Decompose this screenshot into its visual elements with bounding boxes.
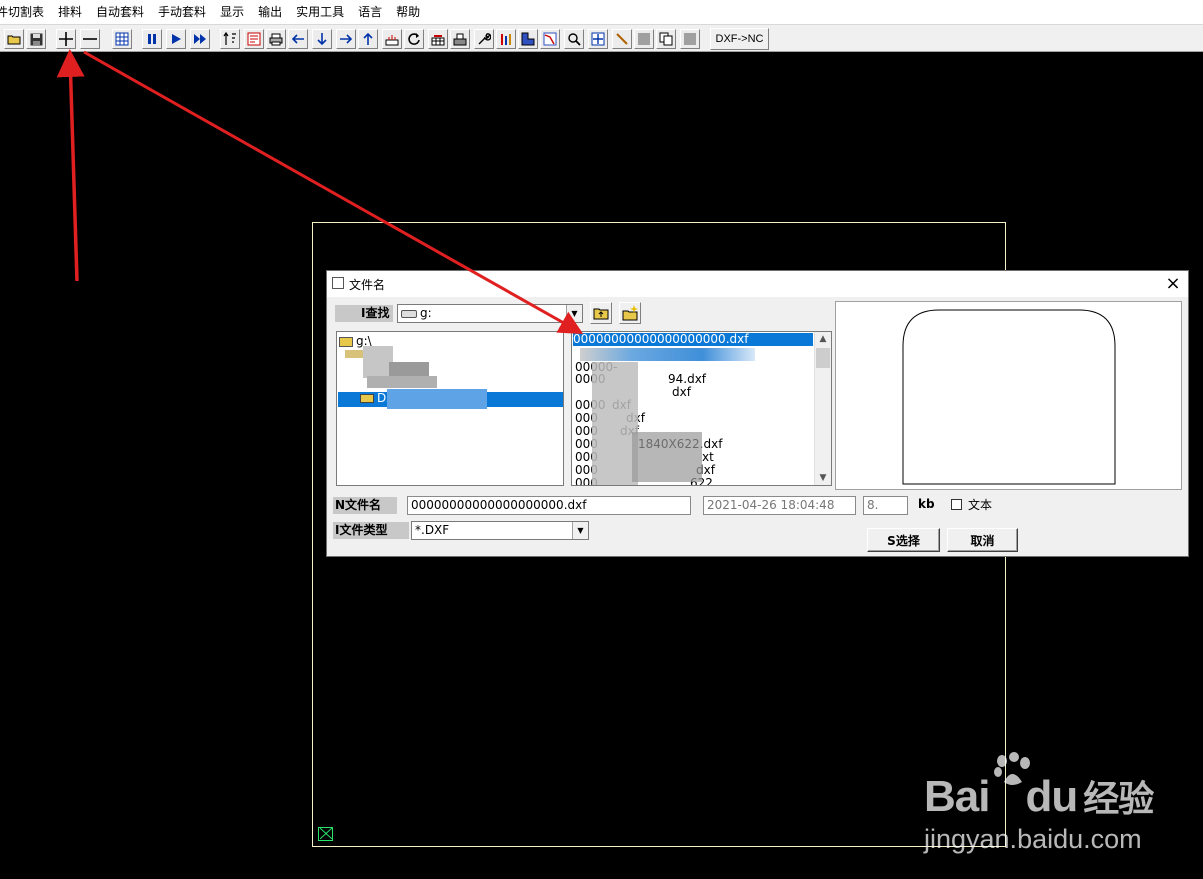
menu-nesting[interactable]: 排料	[51, 0, 89, 24]
size-unit: kb	[918, 497, 935, 511]
blurred-region	[632, 432, 702, 482]
arrow-right-icon[interactable]	[336, 29, 356, 49]
save-icon[interactable]	[26, 29, 46, 49]
lookin-value: g:	[420, 306, 432, 320]
watermark-brand: Bai du 经验	[924, 770, 1154, 822]
sheet-corner-icon[interactable]	[318, 827, 333, 841]
fast-forward-icon[interactable]	[190, 29, 210, 49]
rotate-icon[interactable]	[404, 29, 424, 49]
file-open-dialog: 文件名 × I查找 g: ▼ g:\ DX 000000000000000000…	[326, 270, 1189, 557]
file-list-scrollbar[interactable]: ▲ ▼	[814, 332, 831, 485]
menu-language[interactable]: 语言	[351, 0, 389, 24]
watermark-bai: Bai	[924, 772, 990, 821]
zoom-out-minus-icon[interactable]	[80, 29, 100, 49]
scroll-up-icon[interactable]: ▲	[815, 332, 831, 346]
menu-help[interactable]: 帮助	[389, 0, 427, 24]
table-icon[interactable]	[428, 29, 448, 49]
filetype-combo[interactable]: *.DXF ▼	[411, 521, 589, 540]
chevron-down-icon[interactable]: ▼	[566, 305, 582, 322]
filename-label: N文件名	[333, 497, 397, 514]
menu-utilities[interactable]: 实用工具	[289, 0, 351, 24]
sort-icon[interactable]	[220, 29, 240, 49]
menu-parts-table[interactable]: 件切割表	[0, 0, 51, 24]
chevron-down-icon[interactable]: ▼	[572, 522, 588, 539]
menu-manual-nesting[interactable]: 手动套料	[151, 0, 213, 24]
bars-icon[interactable]	[496, 29, 516, 49]
menu-display[interactable]: 显示	[213, 0, 251, 24]
toolbar: DXF->NC	[0, 24, 1203, 52]
blurred-region	[387, 389, 487, 409]
watermark-du: du	[1025, 772, 1078, 821]
arrow-up-icon[interactable]	[358, 29, 378, 49]
dxf-to-nc-button[interactable]: DXF->NC	[710, 28, 769, 50]
zoom-all-icon[interactable]	[588, 29, 608, 49]
shape-icon[interactable]	[518, 29, 538, 49]
annotation-arrow-up	[56, 49, 85, 282]
folder-open-icon	[339, 336, 353, 347]
directory-tree[interactable]: g:\ DX	[336, 331, 564, 486]
wrench-icon[interactable]	[474, 29, 494, 49]
stack-icon[interactable]	[450, 29, 470, 49]
up-folder-button[interactable]	[590, 302, 612, 324]
file-list[interactable]: 00000000000000000000.dxf 00000- 0000 94.…	[571, 331, 832, 486]
file-item[interactable]: dxf	[672, 386, 691, 399]
select-button[interactable]: S选择	[867, 528, 940, 552]
dialog-title: 文件名	[349, 278, 386, 292]
file-date-field: 2021-04-26 18:04:48	[703, 496, 856, 515]
blurred-region	[389, 362, 429, 376]
pause-icon[interactable]	[142, 29, 162, 49]
scroll-thumb[interactable]	[816, 348, 830, 368]
menu-auto-nesting[interactable]: 自动套料	[89, 0, 151, 24]
filetype-value: *.DXF	[415, 523, 450, 537]
play-icon[interactable]	[166, 29, 186, 49]
arrow-left-icon[interactable]	[288, 29, 308, 49]
lookin-combo[interactable]: g: ▼	[397, 304, 583, 323]
watermark-cn: 经验	[1083, 778, 1154, 819]
up-folder-icon	[593, 308, 609, 320]
blurred-region	[367, 376, 437, 388]
nc-icon[interactable]	[244, 29, 264, 49]
lookin-label-text: I查找	[361, 306, 390, 320]
file-size-field: 8.	[863, 496, 908, 515]
drive-icon	[401, 309, 417, 318]
preview-pane	[835, 301, 1182, 490]
print-icon[interactable]	[266, 29, 286, 49]
copy-icon[interactable]	[656, 29, 676, 49]
filename-input[interactable]: 00000000000000000000.dxf	[407, 496, 691, 515]
text-checkbox[interactable]	[951, 499, 962, 510]
folder-icon	[360, 394, 374, 403]
dialog-app-icon	[332, 277, 344, 289]
scroll-down-icon[interactable]: ▼	[815, 471, 831, 485]
blank-icon[interactable]	[634, 29, 654, 49]
arrow-down-icon[interactable]	[312, 29, 332, 49]
dxf-preview-shape	[902, 309, 1116, 485]
line-icon[interactable]	[612, 29, 632, 49]
new-folder-icon	[622, 305, 638, 321]
grid-icon[interactable]	[112, 29, 132, 49]
watermark-url: jingyan.baidu.com	[924, 824, 1142, 854]
stop-icon[interactable]	[680, 29, 700, 49]
dialog-titlebar: 文件名 ×	[327, 271, 1188, 297]
cancel-button[interactable]: 取消	[947, 528, 1018, 552]
zoom-window-icon[interactable]	[564, 29, 584, 49]
menu-bar: 件切割表 排料 自动套料 手动套料 显示 输出 实用工具 语言 帮助	[0, 0, 1203, 24]
new-folder-button[interactable]	[619, 302, 641, 324]
close-icon[interactable]: ×	[1158, 271, 1188, 297]
measure-icon[interactable]	[382, 29, 402, 49]
file-item-selected[interactable]: 00000000000000000000.dxf	[573, 333, 813, 346]
zoom-in-plus-icon[interactable]	[56, 29, 76, 49]
filetype-label: I文件类型	[333, 522, 409, 539]
cut-path-icon[interactable]	[540, 29, 560, 49]
menu-output[interactable]: 输出	[251, 0, 289, 24]
app-window: 件切割表 排料 自动套料 手动套料 显示 输出 实用工具 语言 帮助 DXF->…	[0, 0, 1203, 879]
text-checkbox-label: 文本	[968, 498, 993, 512]
baidu-paw-icon	[994, 752, 1030, 785]
lookin-label: I查找	[335, 305, 393, 322]
open-icon[interactable]	[4, 29, 24, 49]
